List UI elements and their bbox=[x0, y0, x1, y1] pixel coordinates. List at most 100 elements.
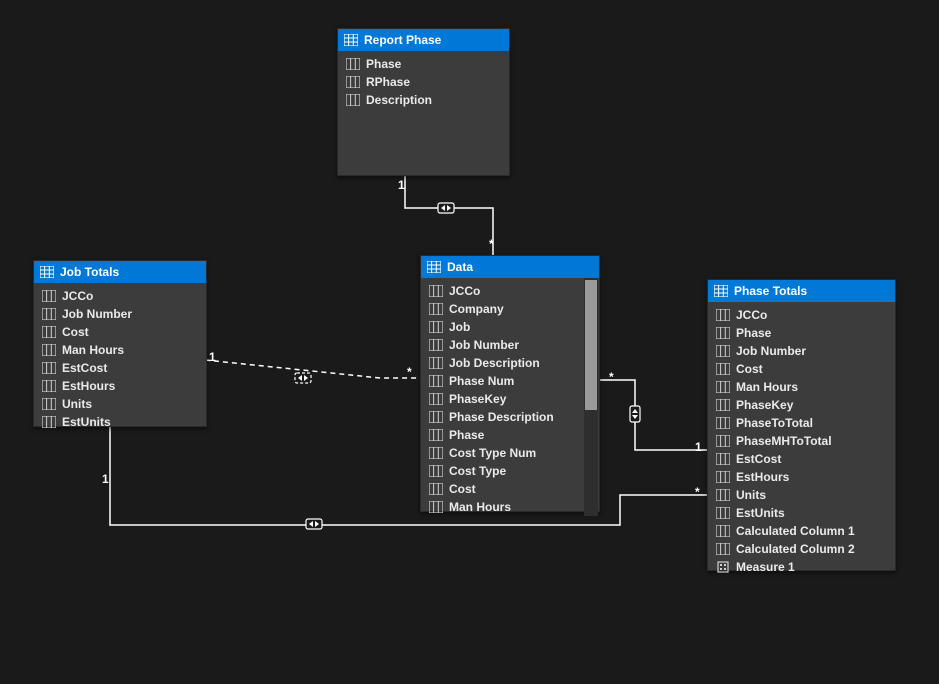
column-icon bbox=[429, 428, 443, 442]
field-row[interactable]: EstHours bbox=[34, 377, 206, 395]
column-icon bbox=[429, 374, 443, 388]
field-row[interactable]: EstUnits bbox=[708, 504, 895, 522]
field-row[interactable]: EstCost bbox=[34, 359, 206, 377]
field-row[interactable]: EstHours bbox=[708, 468, 895, 486]
table-header[interactable]: Job Totals bbox=[34, 261, 206, 283]
column-icon bbox=[42, 397, 56, 411]
field-row[interactable]: Cost Type Num bbox=[421, 444, 599, 462]
field-label: Cost bbox=[62, 325, 89, 339]
field-label: Job bbox=[449, 320, 470, 334]
table-icon bbox=[714, 284, 728, 298]
field-row[interactable]: Man Hours bbox=[34, 341, 206, 359]
column-icon bbox=[42, 307, 56, 321]
table-report-phase[interactable]: Report Phase Phase RPhase Description bbox=[337, 28, 510, 176]
table-icon bbox=[40, 265, 54, 279]
table-phase-totals[interactable]: Phase Totals JCCo Phase Job Number Cost Man … bbox=[707, 279, 896, 571]
cardinality-one: 1 bbox=[695, 440, 702, 454]
field-row[interactable]: Man Hours bbox=[708, 378, 895, 396]
column-icon bbox=[42, 343, 56, 357]
field-row[interactable]: EstCost bbox=[708, 450, 895, 468]
field-row[interactable]: Job bbox=[421, 318, 599, 336]
field-row[interactable]: Man Hours bbox=[421, 498, 599, 516]
cardinality-many: * bbox=[489, 237, 494, 251]
field-row[interactable]: PhaseMHToTotal bbox=[708, 432, 895, 450]
field-row[interactable]: Units bbox=[708, 486, 895, 504]
scrollbar[interactable] bbox=[584, 278, 598, 516]
field-row[interactable]: Description bbox=[338, 91, 509, 109]
field-label: Job Number bbox=[62, 307, 132, 321]
field-label: Cost bbox=[736, 362, 763, 376]
field-row[interactable]: PhaseKey bbox=[708, 396, 895, 414]
field-row[interactable]: Units bbox=[34, 395, 206, 413]
table-icon bbox=[427, 260, 441, 274]
field-row[interactable]: Job Number bbox=[34, 305, 206, 323]
field-row[interactable]: RPhase bbox=[338, 73, 509, 91]
field-row[interactable]: PhaseKey bbox=[421, 390, 599, 408]
field-label: PhaseMHToTotal bbox=[736, 434, 832, 448]
table-icon bbox=[344, 33, 358, 47]
cardinality-one: 1 bbox=[209, 350, 216, 364]
field-row[interactable]: EstUnits bbox=[34, 413, 206, 431]
column-icon bbox=[716, 398, 730, 412]
field-row[interactable]: Cost bbox=[34, 323, 206, 341]
field-row[interactable]: Measure 1 bbox=[708, 558, 895, 576]
field-label: JCCo bbox=[736, 308, 767, 322]
column-icon bbox=[42, 325, 56, 339]
field-row[interactable]: Cost Type bbox=[421, 462, 599, 480]
table-header[interactable]: Report Phase bbox=[338, 29, 509, 51]
measure-icon bbox=[716, 560, 730, 574]
column-icon bbox=[429, 392, 443, 406]
field-row[interactable]: Phase bbox=[708, 324, 895, 342]
column-icon bbox=[429, 302, 443, 316]
table-header[interactable]: Data bbox=[421, 256, 599, 278]
column-icon bbox=[429, 500, 443, 514]
field-row[interactable]: Cost bbox=[421, 480, 599, 498]
field-row[interactable]: Job Description bbox=[421, 354, 599, 372]
column-icon bbox=[716, 308, 730, 322]
field-label: Job Description bbox=[449, 356, 540, 370]
field-row[interactable]: Phase Num bbox=[421, 372, 599, 390]
column-icon bbox=[429, 338, 443, 352]
cardinality-many: * bbox=[609, 370, 614, 384]
field-label: Phase Description bbox=[449, 410, 554, 424]
field-label: Job Number bbox=[736, 344, 806, 358]
column-icon bbox=[42, 379, 56, 393]
field-row[interactable]: Job Number bbox=[421, 336, 599, 354]
cardinality-many: * bbox=[695, 485, 700, 499]
field-row[interactable]: PhaseToTotal bbox=[708, 414, 895, 432]
table-field-list: JCCo Company Job Job Number Job Description P… bbox=[421, 278, 599, 516]
field-row[interactable]: Calculated Column 2 bbox=[708, 540, 895, 558]
field-label: JCCo bbox=[449, 284, 480, 298]
table-header[interactable]: Phase Totals bbox=[708, 280, 895, 302]
field-row[interactable]: Phase Description bbox=[421, 408, 599, 426]
table-title: Data bbox=[447, 260, 473, 274]
field-label: Man Hours bbox=[736, 380, 798, 394]
field-label: PhaseToTotal bbox=[736, 416, 813, 430]
column-icon bbox=[42, 361, 56, 375]
field-row[interactable]: Phase bbox=[338, 55, 509, 73]
column-icon bbox=[429, 356, 443, 370]
table-job-totals[interactable]: Job Totals JCCoJob NumberCostMan HoursEs… bbox=[33, 260, 207, 427]
field-label: Cost bbox=[449, 482, 476, 496]
field-label: JCCo bbox=[62, 289, 93, 303]
field-label: EstHours bbox=[62, 379, 115, 393]
table-field-list: JCCo Job Number Cost Man HoursEstCost EstHou… bbox=[34, 283, 206, 435]
diagram-canvas[interactable]: { "tables": { "report_phase": { "title":… bbox=[0, 0, 939, 684]
scroll-thumb[interactable] bbox=[585, 280, 597, 410]
field-row[interactable]: JCCo bbox=[421, 282, 599, 300]
field-row[interactable]: JCCo bbox=[708, 306, 895, 324]
field-label: RPhase bbox=[366, 75, 410, 89]
column-icon bbox=[346, 57, 360, 71]
table-data[interactable]: Data JCCo Company Job Job Number Job Descrip… bbox=[420, 255, 600, 512]
field-label: Cost Type bbox=[449, 464, 506, 478]
field-row[interactable]: JCCo bbox=[34, 287, 206, 305]
cardinality-many: * bbox=[407, 365, 412, 379]
field-row[interactable]: Cost bbox=[708, 360, 895, 378]
table-field-list: Phase RPhase Description bbox=[338, 51, 509, 113]
field-row[interactable]: Company bbox=[421, 300, 599, 318]
table-title: Report Phase bbox=[364, 33, 441, 47]
field-row[interactable]: Phase bbox=[421, 426, 599, 444]
field-row[interactable]: Job Number bbox=[708, 342, 895, 360]
field-label: Units bbox=[62, 397, 92, 411]
field-row[interactable]: Calculated Column 1 bbox=[708, 522, 895, 540]
